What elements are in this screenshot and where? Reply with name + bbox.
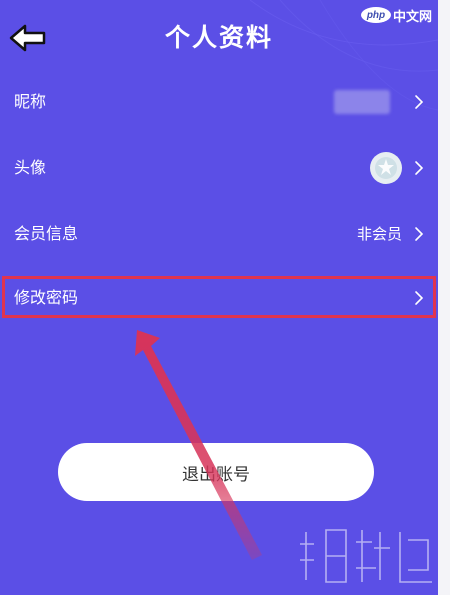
chevron-right-icon	[415, 227, 424, 241]
watermark-top: php 中文网	[360, 4, 432, 26]
logout-button[interactable]: 退出账号	[58, 443, 374, 501]
profile-screen: 个人资料 昵称 头像 会员信息 非会员 修改密码 退出账号 php 中文网	[0, 0, 438, 595]
change-password-row[interactable]: 修改密码	[0, 270, 438, 326]
avatar-row[interactable]: 头像	[0, 140, 438, 196]
chevron-right-icon	[415, 95, 424, 109]
right-edge-strip	[438, 0, 450, 595]
change-password-label: 修改密码	[14, 288, 79, 307]
chevron-right-icon	[415, 161, 424, 175]
watermark-text: 中文网	[392, 9, 432, 25]
membership-row[interactable]: 会员信息 非会员	[0, 206, 438, 262]
avatar-image	[375, 157, 397, 179]
membership-value: 非会员	[356, 225, 402, 243]
nickname-row[interactable]: 昵称	[0, 74, 438, 130]
nickname-value-blurred	[334, 90, 390, 114]
watermark-logo: php	[360, 7, 391, 23]
avatar-label: 头像	[14, 158, 47, 177]
nickname-label: 昵称	[14, 92, 47, 111]
avatar	[370, 152, 402, 184]
logout-label: 退出账号	[182, 464, 250, 484]
membership-label: 会员信息	[14, 224, 79, 243]
chevron-right-icon	[415, 291, 424, 305]
